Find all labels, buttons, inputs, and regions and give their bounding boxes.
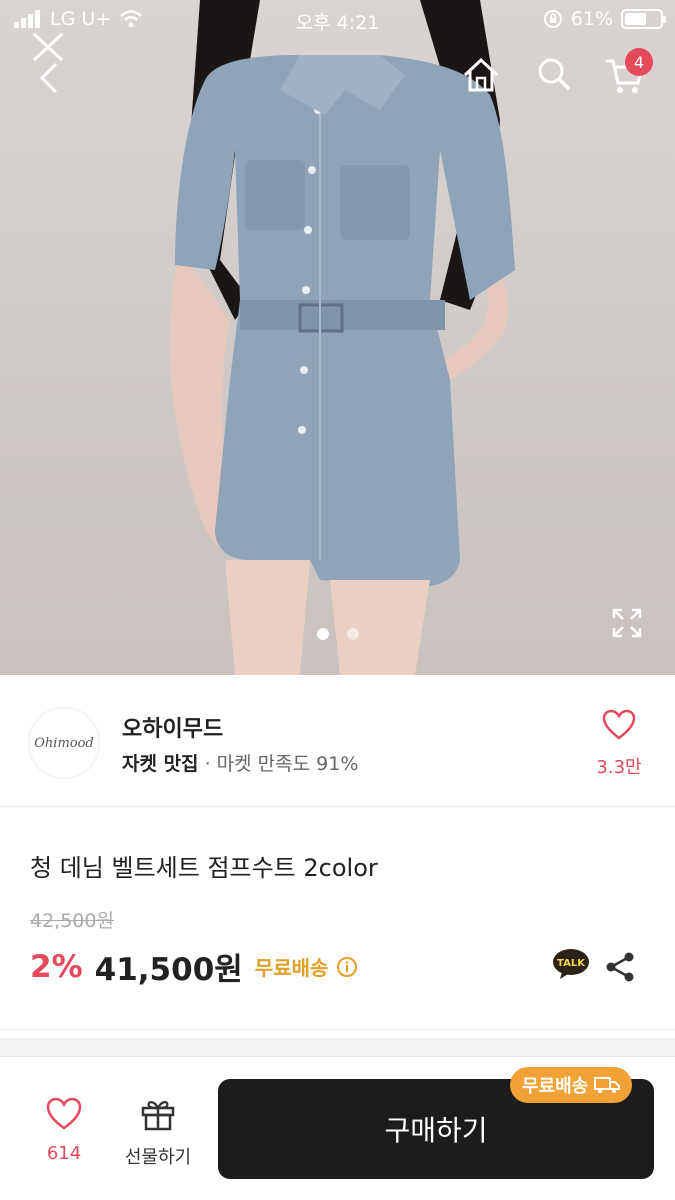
seller-satisfaction: · 마켓 만족도 91% (204, 753, 359, 775)
status-right: 61% (543, 8, 666, 30)
rotation-lock-icon (543, 10, 562, 28)
section-divider (0, 1038, 675, 1056)
seller-section[interactable]: Ohimood 오하이무드 자켓 맛집 · 마켓 만족도 91% 3.3만 (0, 675, 675, 807)
battery-icon (621, 9, 666, 29)
battery-percent: 61% (570, 8, 613, 30)
free-shipping-label: 무료배송 (254, 956, 329, 980)
info-icon[interactable] (336, 956, 358, 978)
kakao-talk-icon: TALK (553, 949, 589, 979)
original-price: 42,500원 (30, 910, 114, 932)
seller-logo-text: Ohimood (34, 735, 94, 751)
gift-button[interactable]: 선물하기 (118, 1097, 198, 1169)
carousel-dot[interactable] (346, 628, 359, 640)
heart-icon (602, 709, 636, 740)
free-shipping-tag-label: 무료배송 (522, 1076, 589, 1097)
product-title: 청 데님 벨트세트 점프수트 2color (30, 854, 378, 882)
discount-rate: 2% (30, 948, 83, 985)
status-bar: LG U+ 오후 4:21 61% (0, 0, 675, 40)
product-image-carousel[interactable]: LG U+ 오후 4:21 61% 4 (0, 0, 675, 675)
carousel-dot[interactable] (316, 628, 329, 640)
home-button[interactable] (460, 54, 502, 96)
home-icon (463, 57, 499, 92)
seller-logo[interactable]: Ohimood (28, 707, 100, 779)
bottom-action-bar: 614 선물하기 구매하기 무료배송 (0, 1056, 675, 1200)
cart-count-badge: 4 (625, 48, 653, 76)
seller-favorite-button[interactable]: 3.3만 (593, 709, 645, 779)
product-info: 청 데님 벨트세트 점프수트 2color 42,500원 2% 41,500원… (0, 808, 675, 1030)
kakao-talk-button[interactable]: TALK (552, 948, 590, 980)
free-shipping-tag: 무료배송 (510, 1067, 633, 1103)
search-button[interactable] (534, 54, 574, 94)
carousel-indicator (0, 628, 675, 640)
battery-fill (625, 13, 646, 25)
like-count: 614 (46, 1143, 82, 1164)
share-icon (606, 952, 634, 982)
seller-subtitle: 자켓 맛집 · 마켓 만족도 91% (122, 749, 358, 776)
talk-label: TALK (557, 958, 586, 969)
search-icon (538, 58, 571, 91)
sale-price: 41,500원 (94, 952, 243, 988)
share-button[interactable] (603, 950, 637, 984)
buy-label: 구매하기 (384, 1114, 488, 1147)
price-line: 2% 41,500원 무료배송 (30, 944, 358, 989)
truck-icon (594, 1077, 621, 1093)
like-button[interactable]: 614 (36, 1097, 92, 1164)
close-back-button[interactable] (28, 30, 68, 94)
gift-label: 선물하기 (124, 1147, 192, 1168)
seller-like-count: 3.3만 (596, 757, 642, 778)
seller-name[interactable]: 오하이무드 (122, 711, 223, 743)
seller-category: 자켓 맛집 (122, 753, 199, 775)
product-photo (169, 0, 515, 675)
gift-icon (141, 1101, 175, 1131)
close-icon (32, 32, 64, 94)
heart-icon (46, 1097, 82, 1130)
